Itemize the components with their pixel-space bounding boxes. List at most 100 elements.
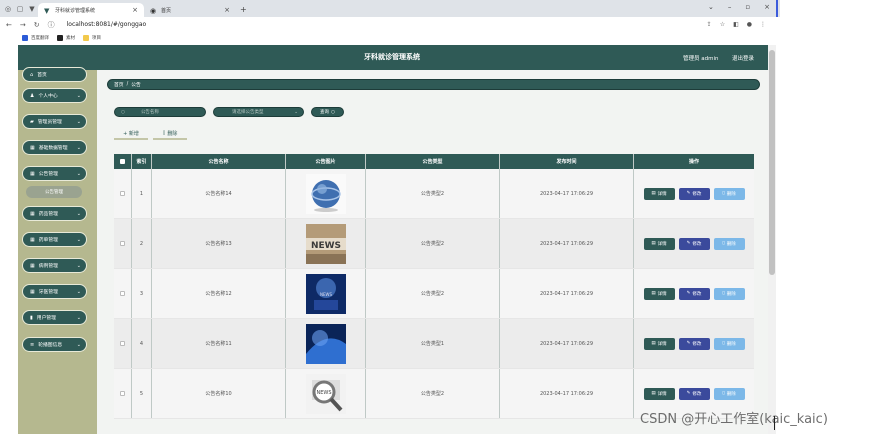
chevron-down-icon[interactable]: ⌄ xyxy=(708,3,714,11)
edit-button[interactable]: ✎ 修改 xyxy=(678,337,710,350)
logout-link[interactable]: 退出登录 xyxy=(732,54,754,62)
delete-button[interactable]: ▯ 删除 xyxy=(713,337,745,350)
search-name-input[interactable]: ○ 公告名称 xyxy=(114,107,206,117)
batch-delete-button[interactable]: ▯ 删除 xyxy=(153,128,187,140)
edit-button[interactable]: ✎ 修改 xyxy=(678,387,710,400)
breadcrumb-separator: / xyxy=(126,82,129,87)
notice-image xyxy=(305,323,346,364)
close-window-icon[interactable]: × xyxy=(764,3,770,11)
document-icon: ▤ xyxy=(651,241,656,246)
delete-button[interactable]: ▯ 删除 xyxy=(713,287,745,300)
chevron-down-icon: ⌄ xyxy=(76,262,81,269)
bookmarks-bar: 百度翻译 素材 项目 xyxy=(0,32,780,43)
detail-button[interactable]: ▤ 详情 xyxy=(643,337,675,350)
grid-icon: ▦ xyxy=(30,210,35,217)
tab-active[interactable]: ▼ 牙科就诊管理系统 × xyxy=(38,3,144,17)
close-tab-icon[interactable]: × xyxy=(224,6,230,14)
browser-menu-icon[interactable]: ◎ xyxy=(2,3,14,15)
row-checkbox[interactable] xyxy=(120,241,125,246)
chevron-down-icon: ⌄ xyxy=(76,341,81,348)
bookmark-label: 素材 xyxy=(66,35,75,41)
edit-button[interactable]: ✎ 修改 xyxy=(678,287,710,300)
sidebar-item[interactable]: ≡ 轮播图信息 ⌄ xyxy=(22,337,87,352)
grid-icon: ▦ xyxy=(30,262,35,269)
sidebar-item[interactable]: ▦ 牙医管理 ⌄ xyxy=(22,284,87,299)
index-cell: 1 xyxy=(132,169,152,218)
name-cell: 公告名称12 xyxy=(152,269,286,318)
breadcrumb-home[interactable]: 首页 xyxy=(114,81,124,88)
sidebar-item[interactable]: ▦ 基础数据管理 ⌄ xyxy=(22,140,87,155)
delete-button-label: 删除 xyxy=(726,341,736,347)
bookmark-item[interactable]: 素材 xyxy=(57,34,75,41)
sidebar-item[interactable]: ⌂ 首页 xyxy=(22,67,87,82)
tab-list-icon[interactable]: ▼ xyxy=(26,3,38,15)
close-tab-icon[interactable]: × xyxy=(132,6,138,14)
delete-button[interactable]: ▯ 删除 xyxy=(713,387,745,400)
app-page: 牙科就诊管理系统 管理员 admin 退出登录 ⌂ 首页 ♟ 个人中心 ⌄ ▰ 管理员管理 ⌄… xyxy=(18,45,776,434)
detail-button[interactable]: ▤ 详情 xyxy=(643,387,675,400)
notice-image: NEWS xyxy=(305,273,346,314)
detail-button[interactable]: ▤ 详情 xyxy=(643,187,675,200)
delete-button-label: 删除 xyxy=(726,191,736,197)
edit-button[interactable]: ✎ 修改 xyxy=(678,187,710,200)
edit-button[interactable]: ✎ 修改 xyxy=(678,237,710,250)
url-input[interactable]: localhost:8081/#/gonggao xyxy=(67,21,147,28)
forward-icon[interactable]: → xyxy=(20,21,26,29)
more-icon[interactable]: ⋮ xyxy=(760,21,766,28)
index-cell: 4 xyxy=(132,319,152,368)
bookmark-icon xyxy=(57,34,63,41)
tab-inactive[interactable]: ◉ 首页 × xyxy=(144,3,236,17)
sidebar-subitem[interactable]: 公告管理 xyxy=(26,186,82,198)
detail-button[interactable]: ▤ 详情 xyxy=(643,287,675,300)
bookmark-item[interactable]: 百度翻译 xyxy=(22,34,49,41)
sidebar-item-label: 首页 xyxy=(37,73,47,78)
back-icon[interactable]: ← xyxy=(6,21,12,29)
star-icon[interactable]: ☆ xyxy=(720,21,725,28)
sidebar-item[interactable]: ▦ 药单管理 ⌄ xyxy=(22,232,87,247)
bookmark-icon xyxy=(22,34,28,41)
minimize-icon[interactable]: – xyxy=(728,3,732,11)
tab-group-icon[interactable]: ▢ xyxy=(14,3,26,15)
select-cell xyxy=(114,319,132,368)
row-checkbox[interactable] xyxy=(120,191,125,196)
select-all-checkbox[interactable] xyxy=(120,159,125,164)
row-checkbox[interactable] xyxy=(120,341,125,346)
globe-icon: ◉ xyxy=(150,6,157,15)
type-select[interactable]: 请选择公告类型 ⌄ xyxy=(213,107,304,117)
search-button[interactable]: 查询 ○ xyxy=(311,107,344,117)
delete-button[interactable]: ▯ 删除 xyxy=(713,187,745,200)
bookmark-item[interactable]: 项目 xyxy=(83,34,101,41)
new-tab-button[interactable]: + xyxy=(240,5,247,14)
delete-button[interactable]: ▯ 删除 xyxy=(713,237,745,250)
trash-icon: ▯ xyxy=(722,341,725,346)
sidebar-item[interactable]: ▰ 管理员管理 ⌄ xyxy=(22,114,87,129)
sidebar-item[interactable]: ▦ 公告管理 ⌄ xyxy=(22,166,87,181)
share-icon[interactable]: ⇪ xyxy=(707,21,712,28)
sidebar-toggle-icon[interactable]: ◧ xyxy=(733,21,739,28)
delete-button-label: 删除 xyxy=(726,241,736,247)
edit-button-label: 修改 xyxy=(692,291,702,297)
home-icon: ⌂ xyxy=(30,71,34,78)
pencil-icon: ✎ xyxy=(686,241,691,246)
page-scrollbar[interactable] xyxy=(768,45,776,434)
reload-icon[interactable]: ↻ xyxy=(34,21,40,29)
person-icon: ♟ xyxy=(30,92,35,99)
sidebar-item[interactable]: ▦ 药品管理 ⌄ xyxy=(22,206,87,221)
document-icon: ▤ xyxy=(651,341,656,346)
sidebar-item[interactable]: ▮ 用户管理 ⌄ xyxy=(22,310,87,325)
add-button[interactable]: + 新增 xyxy=(114,128,148,140)
select-cell xyxy=(114,219,132,268)
sidebar-item-label: 病例管理 xyxy=(38,264,58,269)
header-name: 公告名称 xyxy=(152,154,286,169)
profile-icon[interactable]: ● xyxy=(747,21,752,28)
sidebar-item[interactable]: ♟ 个人中心 ⌄ xyxy=(22,88,87,103)
row-checkbox[interactable] xyxy=(120,291,125,296)
row-checkbox[interactable] xyxy=(120,391,125,396)
maximize-icon[interactable]: ▫ xyxy=(745,3,750,11)
notice-image xyxy=(305,173,346,214)
scrollbar-thumb[interactable] xyxy=(769,50,775,275)
actions-cell: ▤ 详情 ✎ 修改 ▯ 删除 xyxy=(634,269,754,318)
detail-button[interactable]: ▤ 详情 xyxy=(643,237,675,250)
select-cell xyxy=(114,169,132,218)
sidebar-item[interactable]: ▦ 病例管理 ⌄ xyxy=(22,258,87,273)
